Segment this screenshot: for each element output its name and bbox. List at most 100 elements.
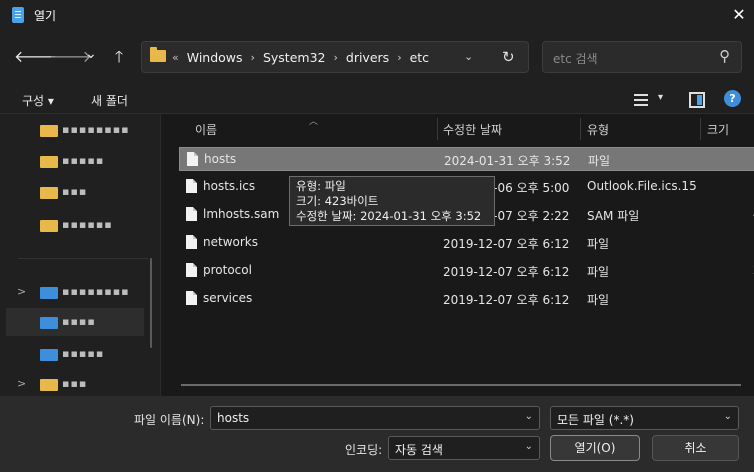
file-type: 파일 [587, 265, 610, 279]
file-date: 2019-12-07 오후 6:12 [443, 237, 570, 251]
sidebar-item-label: ▪▪▪▪▪ [62, 154, 105, 167]
breadcrumb-separator: › [333, 51, 338, 64]
chevron-down-icon[interactable]: ⌄ [525, 441, 533, 452]
sidebar-scrollbar[interactable] [150, 258, 152, 348]
file-type: SAM 파일 [587, 209, 640, 223]
file-name: protocol [203, 263, 252, 277]
search-icon: ⚲ [719, 47, 730, 65]
navigation-pane: ▪▪▪▪▪▪▪▪ ▪▪▪▪▪ ▪▪▪ ▪▪▪▪▪▪ > ▪▪▪▪▪▪▪▪ ▪▪▪… [0, 114, 160, 396]
filename-input[interactable]: hosts [217, 411, 249, 425]
sidebar-item-selected[interactable]: ▪▪▪▪ [6, 308, 144, 336]
encoding-label: 인코딩: [345, 443, 383, 457]
notepad-icon [12, 7, 24, 23]
file-row[interactable]: networks 2019-12-07 오후 6:12 파일 1 [179, 231, 754, 255]
chevron-down-icon[interactable]: ⌄ [525, 411, 533, 422]
filename-field[interactable]: hosts ⌄ [210, 406, 540, 430]
open-button[interactable]: 열기(O) [550, 435, 640, 461]
file-name: hosts [204, 152, 237, 166]
organize-button[interactable]: 구성 ▾ [22, 92, 54, 109]
breadcrumb: « Windows › System32 › drivers › etc [172, 50, 429, 65]
horizontal-scrollbar[interactable] [181, 384, 741, 386]
column-divider[interactable] [437, 118, 438, 140]
column-header-size[interactable]: 크기 [707, 121, 729, 138]
sidebar-item[interactable]: ▪▪▪ [0, 178, 150, 206]
folder-icon [40, 156, 58, 168]
file-type-filter-value: 모든 파일 (*.*) [557, 413, 634, 427]
tooltip-size: 크기: 423바이트 [296, 194, 379, 208]
command-bar: 구성 ▾ 새 폴더 ▾ ? [0, 86, 754, 114]
encoding-select[interactable]: 자동 검색 ⌄ [388, 436, 540, 460]
sidebar-item[interactable]: ▪▪▪▪▪ [0, 147, 150, 175]
sidebar-item-label: ▪▪▪▪ [62, 315, 96, 328]
title-bar: 열기 ✕ [0, 0, 754, 30]
tooltip-modified: 수정한 날짜: 2024-01-31 오후 3:52 [296, 209, 482, 223]
column-header-type[interactable]: 유형 [587, 121, 609, 138]
chevron-right-icon[interactable]: > [17, 377, 26, 390]
breadcrumb-separator: › [397, 51, 402, 64]
column-header-date[interactable]: 수정한 날짜 [443, 121, 502, 138]
breadcrumb-etc[interactable]: etc [410, 50, 429, 65]
file-type-filter[interactable]: 모든 파일 (*.*) ⌄ [550, 406, 739, 430]
file-icon [186, 291, 197, 305]
close-button[interactable]: ✕ [728, 4, 750, 26]
file-tooltip: 유형: 파일 크기: 423바이트 수정한 날짜: 2024-01-31 오후 … [289, 176, 495, 226]
breadcrumb-windows[interactable]: Windows [187, 50, 243, 65]
file-type: 파일 [588, 154, 611, 168]
file-name: networks [203, 235, 258, 249]
network-icon [40, 349, 58, 361]
refresh-icon[interactable]: ↻ [502, 48, 515, 66]
filename-label: 파일 이름(N): [134, 413, 205, 427]
sidebar-item-label: ▪▪▪▪▪▪▪▪ [62, 123, 130, 136]
address-dropdown-icon[interactable]: ⌄ [464, 50, 473, 63]
sidebar-item[interactable]: ▪▪▪▪▪▪ [0, 211, 150, 239]
new-folder-button[interactable]: 새 폴더 [91, 92, 128, 109]
user-folder-icon [40, 379, 58, 391]
folder-icon [40, 187, 58, 199]
dialog-footer: 파일 이름(N): hosts ⌄ 모든 파일 (*.*) ⌄ 인코딩: 자동 … [0, 396, 754, 472]
file-icon [186, 207, 197, 221]
sidebar-item-label: ▪▪▪ [62, 185, 88, 198]
view-dropdown-icon[interactable]: ▾ [658, 92, 663, 103]
file-date: 2019-12-07 오후 6:12 [443, 265, 570, 279]
file-name: lmhosts.sam [203, 207, 280, 221]
file-icon [186, 179, 197, 193]
preview-pane-icon[interactable] [689, 92, 705, 108]
file-name: hosts.ics [203, 179, 256, 193]
column-divider[interactable] [700, 118, 701, 140]
sidebar-item-label: ▪▪▪▪▪▪▪▪ [62, 285, 130, 298]
view-options-icon[interactable] [634, 94, 648, 106]
forward-button[interactable]: 🡒 [49, 46, 92, 68]
file-type: 파일 [587, 237, 610, 251]
file-date: 2019-12-07 오후 6:12 [443, 293, 570, 307]
sidebar-item-label: ▪▪▪▪▪▪ [62, 218, 113, 231]
file-name: services [203, 291, 253, 305]
breadcrumb-drivers[interactable]: drivers [346, 50, 389, 65]
file-row-selected[interactable]: hosts 2024-01-31 오후 3:52 파일 1 [179, 147, 754, 171]
chevron-right-icon[interactable]: > [17, 285, 26, 298]
column-header-name[interactable]: 이름 [195, 121, 217, 138]
address-bar[interactable]: « Windows › System32 › drivers › etc ⌄ ↻ [141, 41, 529, 73]
up-button[interactable]: 🡑 [108, 46, 130, 68]
search-box[interactable]: etc 검색 ⚲ [542, 41, 742, 73]
sidebar-item[interactable]: > ▪▪▪ [0, 370, 150, 396]
chevron-down-icon[interactable]: ⌄ [724, 411, 732, 422]
recent-locations-button[interactable]: ⌄ [80, 43, 102, 65]
folder-icon [40, 125, 58, 137]
window-title: 열기 [34, 9, 57, 23]
column-divider[interactable] [580, 118, 581, 140]
cancel-button[interactable]: 취소 [652, 435, 739, 461]
back-button[interactable]: 🡐 [14, 46, 57, 68]
file-icon [187, 152, 198, 166]
sidebar-item[interactable]: ▪▪▪▪▪▪▪▪ [0, 116, 150, 144]
help-icon[interactable]: ? [724, 90, 741, 107]
breadcrumb-overflow[interactable]: « [172, 51, 179, 64]
file-row[interactable]: services 2019-12-07 오후 6:12 파일 18 [179, 287, 754, 311]
sidebar-divider [18, 258, 148, 259]
sidebar-item[interactable]: ▪▪▪▪▪ [0, 340, 150, 368]
file-list: 이름 ︿ 수정한 날짜 유형 크기 hosts 2024-01-31 오후 3:… [160, 114, 754, 396]
file-row[interactable]: protocol 2019-12-07 오후 6:12 파일 2 [179, 259, 754, 283]
breadcrumb-system32[interactable]: System32 [263, 50, 326, 65]
sidebar-item[interactable]: > ▪▪▪▪▪▪▪▪ [0, 278, 150, 306]
sort-ascending-icon: ︿ [309, 117, 319, 127]
search-input[interactable]: etc 검색 [553, 50, 598, 67]
